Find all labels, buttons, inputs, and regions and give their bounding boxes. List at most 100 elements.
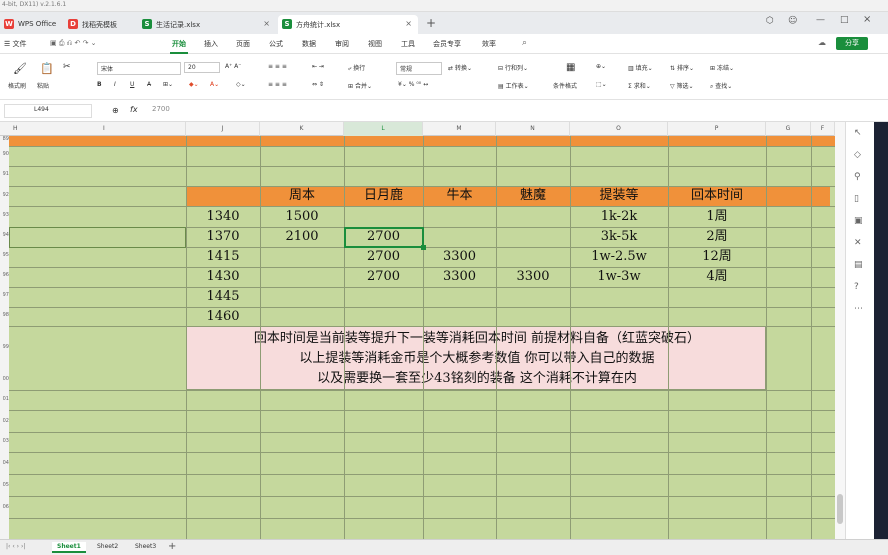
cell[interactable]: 2700 bbox=[344, 267, 423, 287]
align-top-icon[interactable]: ≡ ≡ ≡ bbox=[268, 63, 287, 70]
border-icon[interactable]: ⊞⌄ bbox=[163, 81, 173, 88]
menu-page[interactable]: 页面 bbox=[236, 39, 250, 49]
column-g[interactable]: G bbox=[766, 122, 811, 136]
image-icon[interactable]: ▣ bbox=[854, 216, 863, 226]
paste-icon[interactable]: 📋 bbox=[40, 62, 54, 75]
paste-label[interactable]: 粘贴 bbox=[37, 81, 49, 90]
shape-icon[interactable]: ◇ bbox=[854, 150, 861, 160]
cell[interactable]: 1周 bbox=[668, 207, 766, 227]
italic-button[interactable]: I bbox=[114, 81, 116, 88]
font-grow-icon[interactable]: A⁺ A⁻ bbox=[225, 63, 241, 70]
font-select[interactable]: 宋体 bbox=[97, 62, 181, 75]
search-icon[interactable]: ⌕ bbox=[522, 38, 527, 48]
cell[interactable]: 2700 bbox=[344, 247, 423, 267]
menu-insert[interactable]: 插入 bbox=[204, 39, 218, 49]
underline-button[interactable]: U bbox=[130, 81, 134, 88]
cube-icon[interactable]: ⬡ bbox=[766, 16, 774, 26]
cell[interactable]: 1370 bbox=[186, 227, 260, 247]
header-meimo[interactable]: 魅魔 bbox=[496, 186, 570, 206]
sheet-tab-3[interactable]: Sheet3 bbox=[130, 542, 161, 551]
row-label[interactable]: 00 bbox=[0, 376, 9, 382]
header-niuben[interactable]: 牛本 bbox=[423, 186, 496, 206]
sum-button[interactable]: Σ 求和⌄ bbox=[628, 81, 651, 90]
bold-button[interactable]: B bbox=[97, 81, 102, 88]
row-label[interactable]: 95 bbox=[0, 252, 9, 258]
tab-docer[interactable]: D 找稻壳模板 bbox=[64, 15, 136, 34]
close-window-icon[interactable]: × bbox=[863, 14, 871, 25]
menu-efficiency[interactable]: 效率 bbox=[482, 39, 496, 49]
adjust-icon[interactable]: ⚲ bbox=[854, 172, 861, 182]
cond-format-icon[interactable]: ▦ bbox=[566, 62, 575, 73]
wrap-button[interactable]: ⤶ 换行 bbox=[348, 63, 365, 73]
cell[interactable]: 3300 bbox=[423, 247, 496, 267]
sheet-tab-1[interactable]: Sheet1 bbox=[52, 542, 86, 553]
row-label[interactable]: 01 bbox=[0, 396, 9, 402]
minimize-icon[interactable]: — bbox=[816, 15, 825, 25]
cloud-icon[interactable]: ☁ bbox=[818, 38, 826, 47]
font-size-select[interactable]: 20 bbox=[184, 62, 220, 73]
header-riyuelu[interactable]: 日月鹿 bbox=[344, 186, 423, 206]
cell[interactable]: 2100 bbox=[260, 227, 344, 247]
maximize-icon[interactable]: □ bbox=[840, 15, 849, 25]
find-button[interactable]: ⌕ 查找⌄ bbox=[710, 81, 732, 91]
header-tizhuangdeng[interactable]: 提装等 bbox=[570, 186, 668, 206]
number-format-icons[interactable]: ¥⌄ % ⁰⁰ ↔ bbox=[398, 81, 428, 88]
column-f[interactable]: F bbox=[811, 122, 835, 136]
cell[interactable]: 1460 bbox=[186, 307, 260, 327]
row-label[interactable]: 89 bbox=[0, 136, 9, 142]
column-k[interactable]: K bbox=[260, 122, 344, 136]
cell[interactable]: 1340 bbox=[186, 207, 260, 227]
share-button[interactable]: 分享 bbox=[836, 37, 868, 50]
header-huibenshijian[interactable]: 回本时间 bbox=[668, 186, 766, 206]
formula-input[interactable]: 2700 bbox=[152, 105, 170, 113]
row-label[interactable]: 91 bbox=[0, 171, 9, 177]
convert-button[interactable]: ⇄ 转换⌄ bbox=[448, 63, 472, 72]
row-label[interactable]: 04 bbox=[0, 460, 9, 466]
style-icon[interactable]: ⊕⌄ bbox=[596, 63, 606, 70]
close-icon[interactable]: × bbox=[405, 19, 412, 28]
column-o[interactable]: O bbox=[570, 122, 668, 136]
filter-button[interactable]: ▽ 筛选⌄ bbox=[670, 81, 694, 90]
row-label[interactable]: 05 bbox=[0, 482, 9, 488]
distribute-icon[interactable]: ⇔ ⇕ bbox=[312, 81, 324, 88]
cell[interactable]: 2700 bbox=[344, 227, 423, 247]
indent-icon[interactable]: ⇤ ⇥ bbox=[312, 63, 324, 70]
cell[interactable]: 3300 bbox=[496, 267, 570, 287]
row-label[interactable]: 98 bbox=[0, 312, 9, 318]
cursor-icon[interactable]: ↖ bbox=[854, 128, 862, 138]
help-icon[interactable]: ? bbox=[854, 282, 859, 292]
number-format-select[interactable]: 常规 bbox=[396, 62, 442, 75]
column-n[interactable]: N bbox=[496, 122, 570, 136]
cell[interactable]: 2周 bbox=[668, 227, 766, 247]
menu-member[interactable]: 会员专享 bbox=[433, 39, 461, 49]
column-p[interactable]: P bbox=[668, 122, 766, 136]
more-icon[interactable]: ⋯ bbox=[854, 304, 863, 314]
cell[interactable]: 1w-2.5w bbox=[570, 247, 668, 267]
row-label[interactable]: 94 bbox=[0, 232, 9, 238]
cell[interactable]: 1w-3w bbox=[570, 267, 668, 287]
row-label[interactable]: 99 bbox=[0, 344, 9, 350]
sort-button[interactable]: ⇅ 排序⌄ bbox=[670, 63, 694, 72]
worksheet-button[interactable]: ▤ 工作表⌄ bbox=[498, 81, 529, 90]
sheet-tab-2[interactable]: Sheet2 bbox=[92, 542, 123, 551]
name-box[interactable]: L494 bbox=[4, 104, 92, 118]
row-label[interactable]: 93 bbox=[0, 212, 9, 218]
cell[interactable]: 12周 bbox=[668, 247, 766, 267]
freeze-button[interactable]: ⊞ 冻结⌄ bbox=[710, 63, 734, 72]
zoom-icon[interactable]: ⊕ bbox=[112, 106, 119, 115]
menu-data[interactable]: 数据 bbox=[302, 39, 316, 49]
menu-view[interactable]: 视图 bbox=[368, 39, 382, 49]
merge-button[interactable]: ⊞ 合并⌄ bbox=[348, 81, 372, 90]
menu-review[interactable]: 审阅 bbox=[335, 39, 349, 49]
fill-button[interactable]: ▥ 填充⌄ bbox=[628, 63, 653, 72]
cell[interactable]: 1k-2k bbox=[570, 207, 668, 227]
cell[interactable]: 3300 bbox=[423, 267, 496, 287]
menu-formula[interactable]: 公式 bbox=[269, 39, 283, 49]
clear-icon[interactable]: ◇⌄ bbox=[236, 81, 246, 88]
format-painter-icon[interactable]: 🖌 bbox=[13, 62, 27, 75]
column-j[interactable]: J bbox=[186, 122, 260, 136]
cond-format-label[interactable]: 条件格式 bbox=[553, 81, 577, 90]
face-icon[interactable]: ☺ bbox=[788, 16, 797, 26]
close-icon[interactable]: × bbox=[263, 19, 270, 28]
add-sheet-plus-icon[interactable]: + bbox=[168, 541, 176, 552]
